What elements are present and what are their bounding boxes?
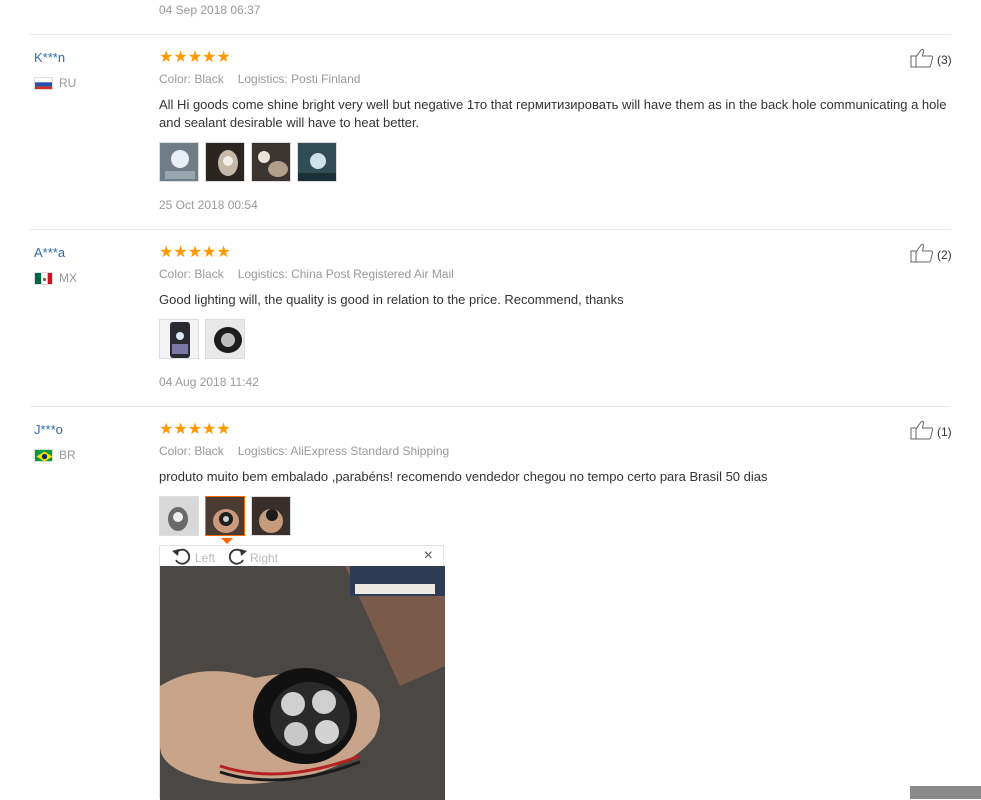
review-photo-thumb[interactable] bbox=[159, 319, 199, 359]
logistics-label: Logistics: bbox=[237, 444, 288, 458]
review-date: 25 Oct 2018 00:54 bbox=[159, 198, 258, 212]
review-text: All Hi goods come shine bright very well… bbox=[159, 97, 947, 130]
reviewer-name[interactable]: J***o bbox=[34, 422, 63, 437]
color-label: Color: bbox=[159, 72, 192, 86]
viewer-toolbar: Left Right × bbox=[160, 546, 443, 566]
helpful-button[interactable]: (2) bbox=[910, 243, 952, 266]
divider bbox=[30, 406, 951, 407]
color-value: Black bbox=[194, 444, 224, 458]
review-date: 04 Aug 2018 11:42 bbox=[159, 375, 259, 389]
rotate-right-icon bbox=[226, 547, 248, 568]
review-text: produto muito bem embalado ,parabéns! re… bbox=[159, 469, 768, 484]
logistics-value: China Post Registered Air Mail bbox=[291, 267, 454, 281]
scroll-to-top-button[interactable] bbox=[910, 786, 981, 799]
review-photo-thumb[interactable] bbox=[205, 319, 245, 359]
rotate-right-label: Right bbox=[250, 550, 279, 565]
color-label: Color: bbox=[159, 267, 192, 281]
star-rating: ★★★★★ bbox=[159, 49, 231, 66]
review-photos bbox=[159, 496, 291, 536]
thumbs-up-icon bbox=[910, 243, 934, 266]
color-label: Color: bbox=[159, 444, 192, 458]
star-rating: ★★★★★ bbox=[159, 244, 231, 261]
review-photo-thumb[interactable] bbox=[251, 496, 291, 536]
review-photo-thumb-selected[interactable] bbox=[205, 496, 245, 536]
helpful-button[interactable]: (1) bbox=[910, 420, 952, 443]
logistics-label: Logistics: bbox=[237, 267, 288, 281]
review-photo-large bbox=[160, 566, 445, 800]
review-photo-thumb[interactable] bbox=[159, 496, 199, 536]
selected-photo-pointer bbox=[221, 538, 233, 544]
review-photos bbox=[159, 142, 337, 182]
photo-viewer: Left Right × bbox=[159, 545, 445, 800]
review-photo-thumb[interactable] bbox=[297, 142, 337, 182]
divider bbox=[30, 34, 951, 35]
star-rating: ★★★★★ bbox=[159, 421, 231, 438]
divider bbox=[30, 229, 951, 230]
review-meta: Color: Black Logistics: Posti Finland bbox=[159, 72, 360, 86]
color-value: Black bbox=[194, 72, 224, 86]
rotate-left-button[interactable]: Left bbox=[171, 547, 215, 568]
review-photo-thumb[interactable] bbox=[205, 142, 245, 182]
logistics-value: Posti Finland bbox=[291, 72, 361, 86]
flag-ru-icon bbox=[34, 76, 53, 90]
rotate-left-label: Left bbox=[195, 550, 216, 565]
country-code: RU bbox=[59, 76, 77, 90]
helpful-count: (2) bbox=[937, 247, 952, 262]
reviewer-name[interactable]: A***a bbox=[34, 245, 65, 260]
logistics-value: AliExpress Standard Shipping bbox=[290, 444, 450, 458]
reviewer-country: BR bbox=[34, 448, 76, 462]
review-photo-thumb[interactable] bbox=[159, 142, 199, 182]
helpful-count: (3) bbox=[937, 52, 952, 67]
close-icon[interactable]: × bbox=[424, 547, 433, 565]
rotate-left-icon bbox=[171, 547, 193, 568]
review-meta: Color: Black Logistics: AliExpress Standa… bbox=[159, 444, 449, 458]
thumbs-up-icon bbox=[910, 48, 934, 71]
country-code: BR bbox=[59, 448, 76, 462]
logistics-label: Logistics: bbox=[237, 72, 288, 86]
rotate-right-button[interactable]: Right bbox=[226, 547, 278, 568]
flag-mx-icon bbox=[34, 271, 53, 285]
reviewer-country: RU bbox=[34, 76, 76, 90]
country-code: MX bbox=[59, 271, 77, 285]
review-meta: Color: Black Logistics: China Post Regist… bbox=[159, 267, 454, 281]
reviewer-name[interactable]: K***n bbox=[34, 50, 65, 65]
helpful-count: (1) bbox=[937, 424, 952, 439]
flag-br-icon bbox=[34, 448, 53, 462]
reviewer-country: MX bbox=[34, 271, 77, 285]
review-text: Good lighting will, the quality is good … bbox=[159, 292, 624, 307]
helpful-button[interactable]: (3) bbox=[910, 48, 952, 71]
review-date: 04 Sep 2018 06:37 bbox=[159, 3, 261, 17]
review-photos bbox=[159, 319, 245, 359]
review-photo-thumb[interactable] bbox=[251, 142, 291, 182]
thumbs-up-icon bbox=[910, 420, 934, 443]
color-value: Black bbox=[194, 267, 224, 281]
